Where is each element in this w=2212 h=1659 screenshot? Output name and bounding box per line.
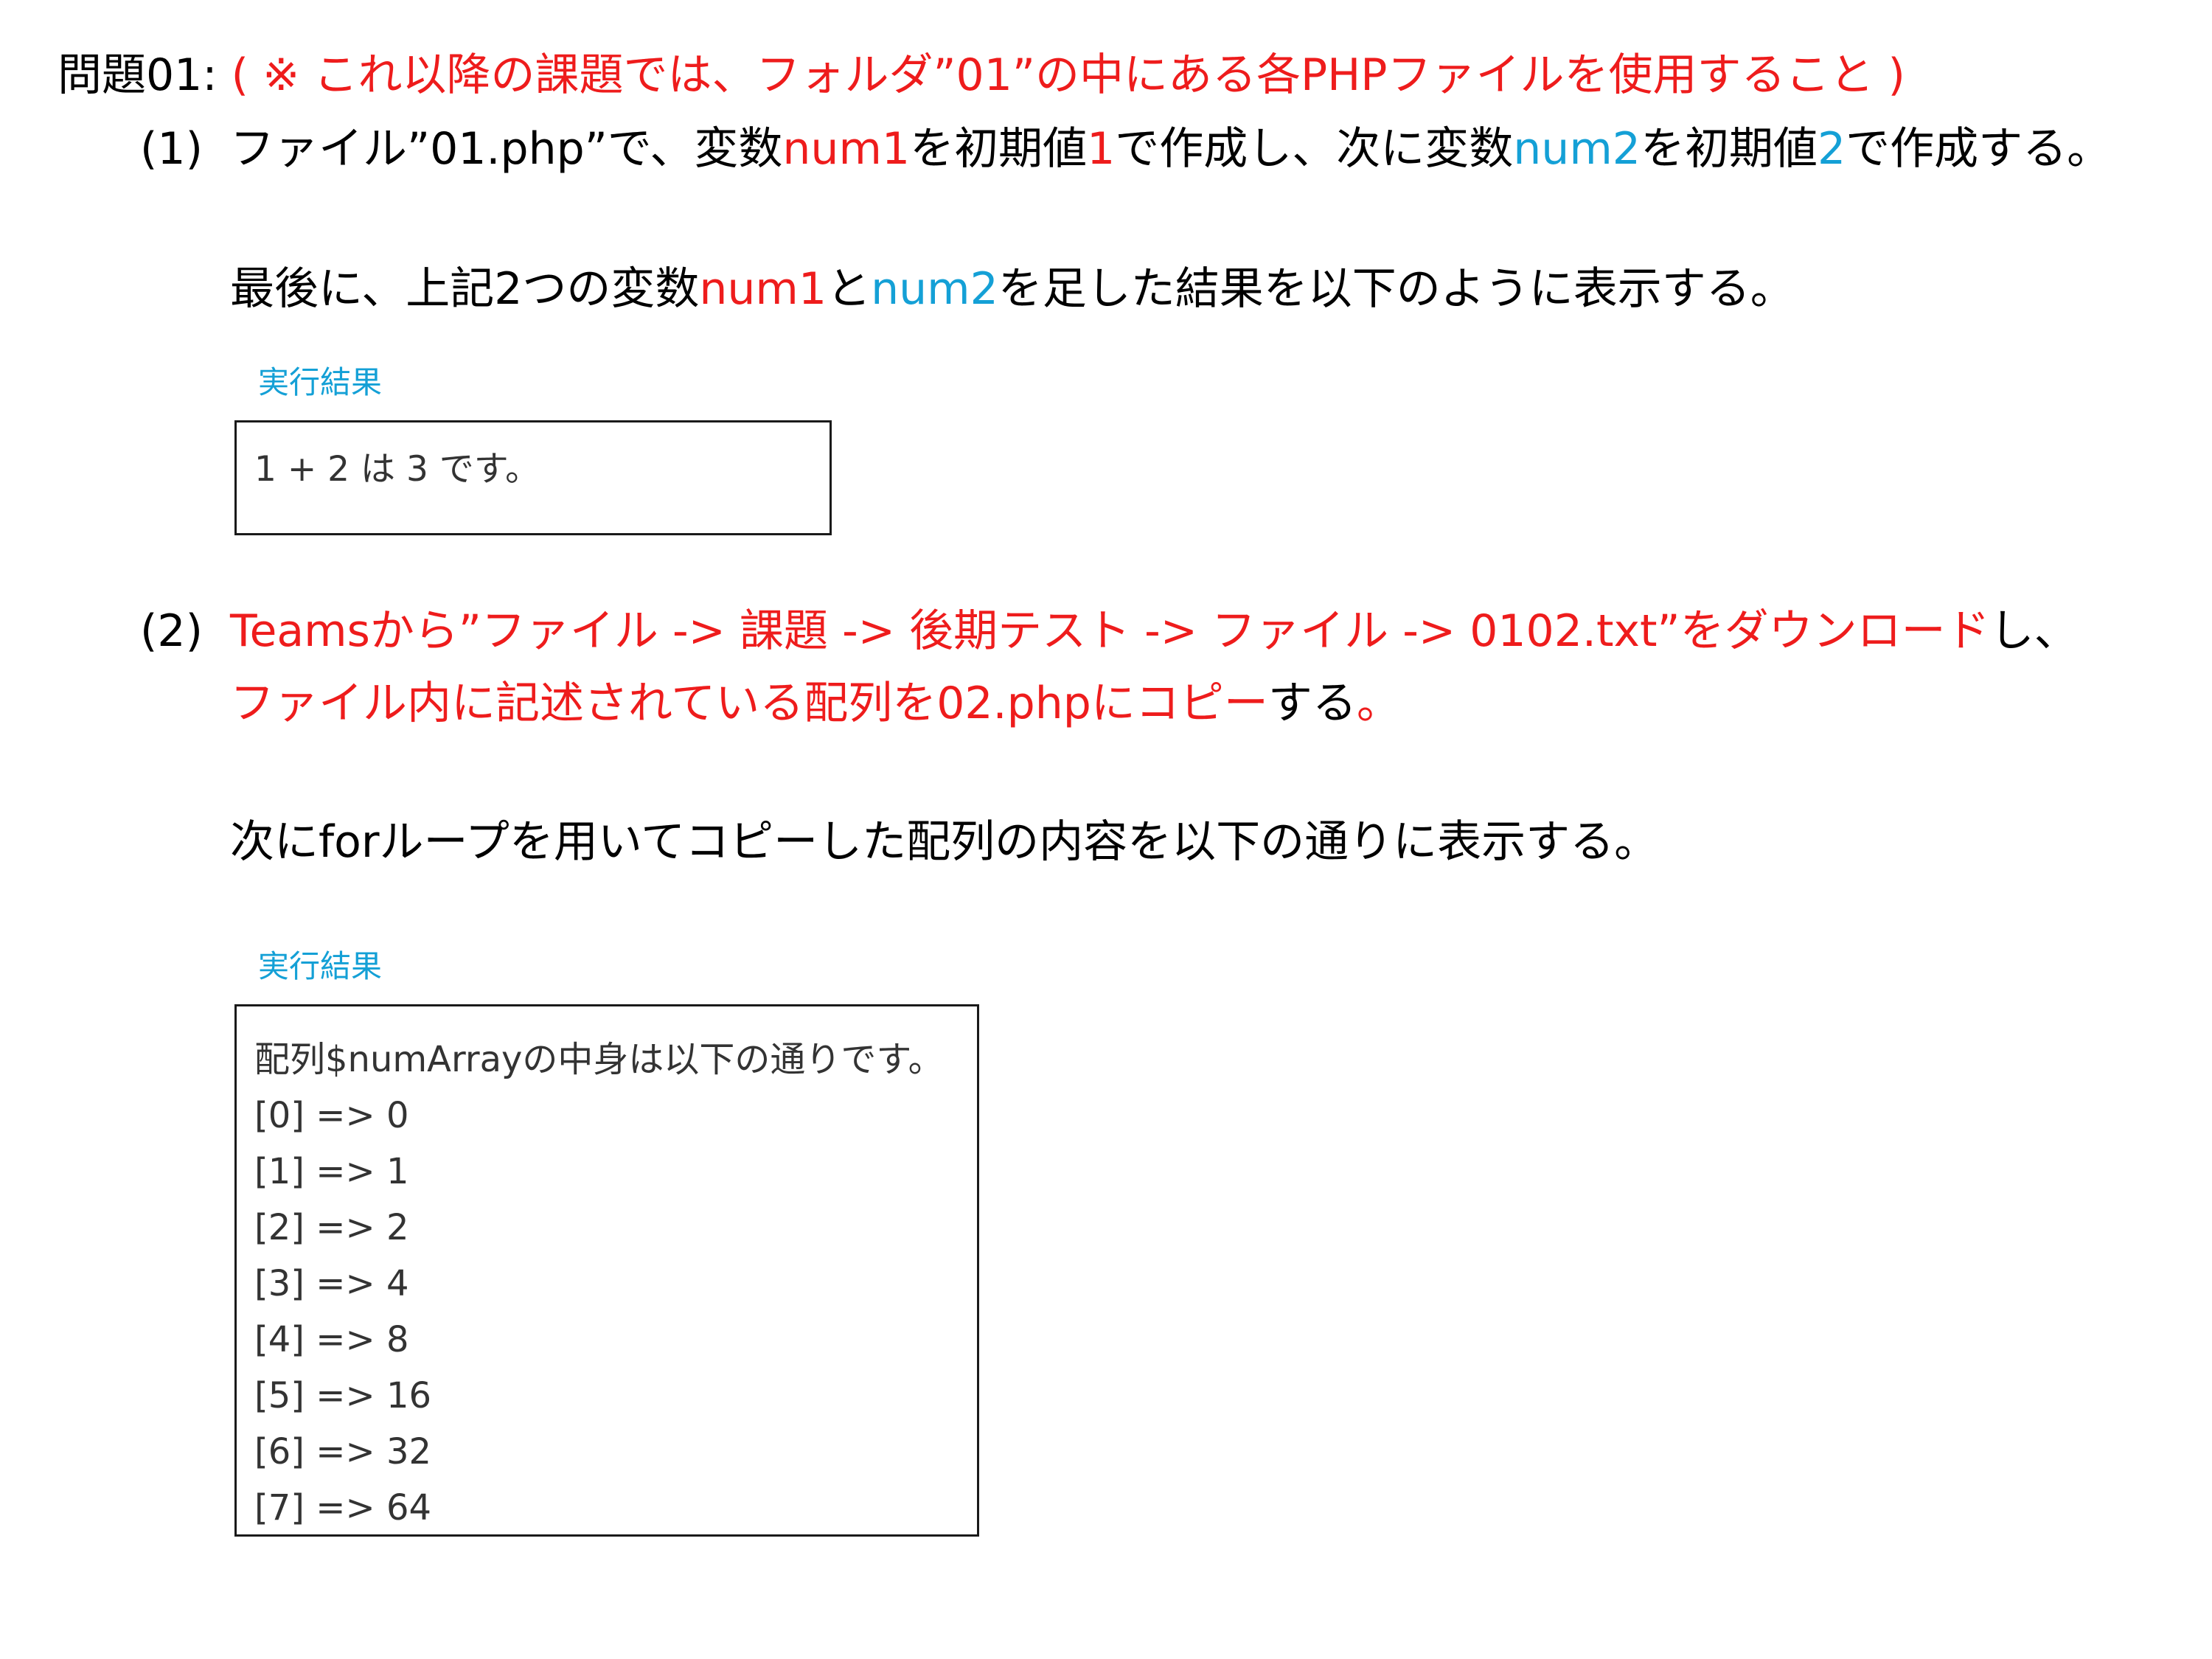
q2-result-box: 配列$numArrayの中身は以下の通りです。 [0] => 0 [1] => … bbox=[234, 1004, 979, 1537]
q1-text-segment: で作成する。 bbox=[1846, 123, 2112, 175]
q2-copy-instruction: ファイル内に記述されている配列を02.phpにコピー bbox=[230, 678, 1268, 729]
problem-heading: 問題01: ( ※ これ以降の課題では、フォルダ”01”の中にある各PHPファイ… bbox=[58, 53, 1905, 97]
q1-text-segment: を初期値 bbox=[1640, 123, 1818, 175]
q1-text-segment: 最後に、上記2つの変数 bbox=[230, 263, 700, 315]
q1-text-segment: ファイル”01.php”で、変数 bbox=[230, 123, 783, 175]
q1-number: (1) bbox=[140, 123, 203, 175]
problem-note: ( ※ これ以降の課題では、フォルダ”01”の中にある各PHPファイルを使用する… bbox=[231, 49, 1905, 101]
q2-line3: 次にforループを用いてコピーした配列の内容を以下の通りに表示する。 bbox=[230, 816, 1659, 868]
q2-download-instruction: Teamsから”ファイル -> 課題 -> 後期テスト -> ファイル -> 0… bbox=[230, 605, 1990, 657]
q1-result-box: 1 + 2 は 3 です。 bbox=[234, 420, 832, 535]
q1-line1: ファイル”01.php”で、変数num1を初期値1で作成し、次に変数num2を初… bbox=[230, 127, 2111, 171]
q1-var-num2: num2 bbox=[871, 263, 998, 315]
output-line: [2] => 2 bbox=[254, 1207, 409, 1248]
q2-line1: Teamsから”ファイル -> 課題 -> 後期テスト -> ファイル -> 0… bbox=[230, 609, 2079, 653]
q1-text-segment: を初期値 bbox=[910, 123, 1088, 175]
q1-value-2: 2 bbox=[1817, 123, 1846, 175]
q2-result-output: 配列$numArrayの中身は以下の通りです。 [0] => 0 [1] => … bbox=[254, 1032, 944, 1536]
q1-var-num1: num1 bbox=[699, 263, 827, 315]
output-line: [4] => 8 bbox=[254, 1319, 409, 1360]
output-line: 配列$numArrayの中身は以下の通りです。 bbox=[254, 1039, 944, 1080]
q1-var-num2: num2 bbox=[1513, 123, 1641, 175]
output-line: [0] => 0 bbox=[254, 1095, 409, 1136]
output-line: [6] => 32 bbox=[254, 1431, 432, 1472]
q1-text-segment: で作成し、次に変数 bbox=[1115, 123, 1514, 175]
output-line: [7] => 64 bbox=[254, 1487, 432, 1528]
q2-period: 。 bbox=[1356, 678, 1401, 729]
q1-text-segment: と bbox=[827, 263, 872, 315]
q2-number: (2) bbox=[140, 605, 203, 657]
output-line: [1] => 1 bbox=[254, 1151, 409, 1192]
q1-value-1: 1 bbox=[1087, 123, 1116, 175]
q2-text-segment: する bbox=[1267, 678, 1357, 729]
problem-title: 問題01: bbox=[58, 49, 218, 101]
q1-result-text: 1 + 2 は 3 です。 bbox=[254, 449, 540, 490]
q2-text-segment: し、 bbox=[1989, 605, 2079, 657]
q1-line2: 最後に、上記2つの変数num1とnum2を足した結果を以下のように表示する。 bbox=[230, 267, 1795, 311]
q2-result-label: 実行結果 bbox=[258, 948, 383, 984]
q1-var-num1: num1 bbox=[782, 123, 911, 175]
output-line: [3] => 4 bbox=[254, 1263, 409, 1304]
q1-text-segment: を足した結果を以下のように表示する。 bbox=[998, 263, 1795, 315]
q2-line2: ファイル内に記述されている配列を02.phpにコピーする。 bbox=[230, 681, 1401, 726]
q1-result-label: 実行結果 bbox=[258, 364, 383, 400]
output-line: [5] => 16 bbox=[254, 1375, 432, 1416]
